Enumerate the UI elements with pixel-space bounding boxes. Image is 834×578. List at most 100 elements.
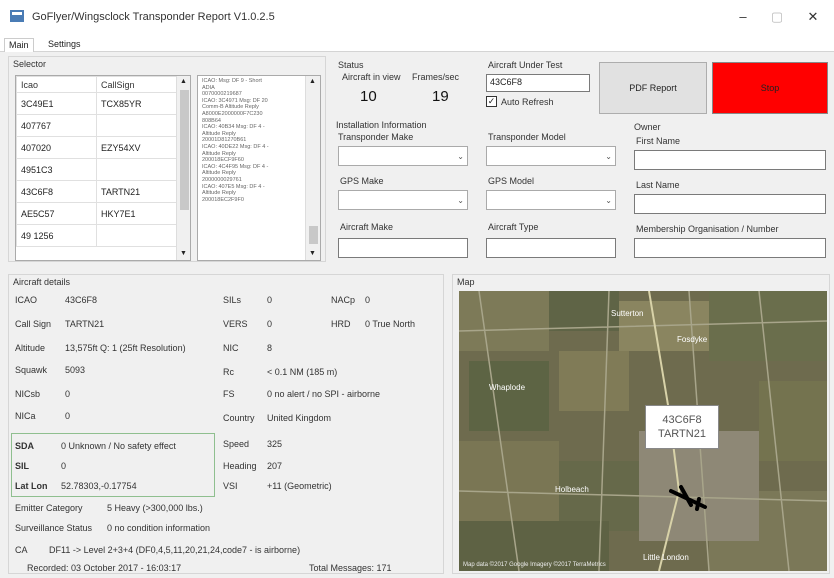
detail-label: ICAO (15, 295, 38, 305)
membership-label: Membership Organisation / Number (636, 224, 779, 234)
window-title: GoFlyer/Wingsclock Transponder Report V1… (32, 11, 275, 23)
message-log-text: ICAO: Msg: DF 9 - Short ADIA 0070000219687… (202, 78, 302, 203)
frames-sec-value: 19 (432, 88, 449, 105)
selector-title: Selector (13, 59, 47, 69)
aircraft-under-test-title: Aircraft Under Test (488, 60, 563, 70)
first-name-label: First Name (636, 136, 681, 146)
transponder-make-label: Transponder Make (338, 132, 414, 142)
table-row[interactable]: 3C49E1 TCX85YR (16, 92, 190, 115)
aircraft-under-test-input[interactable]: 43C6F8 (486, 74, 590, 92)
table-row[interactable]: 43C6F8 TARTN21 (16, 180, 190, 203)
detail-value: 0 (365, 295, 371, 305)
detail-value: DF11 -> Level 2+3+4 (DF0,4,5,11,20,21,24… (49, 545, 301, 555)
detail-label: VSI (223, 481, 238, 491)
detail-value: 5 Heavy (>300,000 lbs.) (107, 503, 203, 513)
scroll-thumb[interactable] (180, 90, 189, 210)
scroll-up-icon[interactable]: ▲ (180, 78, 187, 85)
detail-value: 0 no condition information (107, 523, 211, 533)
column-header-icao[interactable]: Icao (16, 76, 97, 93)
scroll-thumb[interactable] (309, 226, 318, 244)
close-button[interactable]: ✕ (796, 6, 830, 28)
cell-icao: 43C6F8 (16, 180, 97, 203)
auto-refresh-checkbox[interactable]: ✓ (486, 96, 497, 107)
title-bar: GoFlyer/Wingsclock Transponder Report V1… (0, 0, 834, 36)
detail-label: SIL (15, 461, 30, 471)
table-row[interactable]: AE5C57 HKY7E1 (16, 202, 190, 225)
detail-value: +11 (Geometric) (267, 481, 332, 491)
transponder-make-select[interactable]: ⌄ (338, 146, 468, 166)
detail-value: 0 (61, 461, 67, 471)
stop-button[interactable]: Stop (712, 62, 828, 114)
aircraft-icon (669, 485, 707, 511)
message-log-scrollbar[interactable]: ▲ ▼ (305, 76, 320, 260)
pdf-report-button[interactable]: PDF Report (599, 62, 707, 114)
table-row[interactable]: 49 1256 (16, 224, 190, 247)
tab-main[interactable]: Main (4, 38, 34, 52)
message-log-line: Altitude Reply (202, 150, 236, 157)
message-log-line: ICAO: 407E5 Msg: DF 4 - (202, 183, 265, 190)
message-log-line: Altitude Reply (202, 170, 236, 177)
place-label: Holbeach (555, 485, 589, 494)
message-log-line: Altitude Reply (202, 190, 236, 197)
detail-altitude: Altitude 13,575ft Q: 1 (25ft Resolution) (15, 343, 215, 355)
message-log-line: ICAO: Msg: DF 9 - Short (202, 78, 262, 84)
table-row[interactable]: 4951C3 (16, 158, 190, 181)
detail-hrd: HRD 0 True North (331, 319, 441, 331)
table-row[interactable]: 407020 EZY54XV (16, 136, 190, 159)
detail-icao: ICAO 43C6F8 (15, 295, 215, 307)
map-label-callsign: TARTN21 (658, 428, 706, 440)
aircraft-make-label: Aircraft Make (340, 222, 394, 232)
gps-model-select[interactable]: ⌄ (486, 190, 616, 210)
detail-label: VERS (223, 319, 248, 329)
message-log-line: 2000000029761 (202, 176, 242, 183)
message-log-line: A8000E2000000F7C230 (202, 110, 263, 117)
detail-speed: Speed 325 (223, 439, 423, 451)
detail-country: Country United Kingdom (223, 413, 423, 425)
detail-sil: SIL 0 (15, 461, 213, 473)
aircraft-list[interactable]: Icao CallSign 3C49E1 TCX85YR 407767 40702… (15, 75, 191, 261)
detail-value: 0 (65, 411, 71, 421)
table-row[interactable]: 407767 (16, 114, 190, 137)
place-label: Fosdyke (677, 335, 708, 344)
minimize-button[interactable]: – (726, 6, 760, 28)
scroll-up-icon[interactable]: ▲ (309, 78, 316, 85)
selector-group: Selector Icao CallSign 3C49E1 TCX85YR 407… (8, 56, 326, 262)
cell-icao: 3C49E1 (16, 92, 97, 115)
scroll-down-icon[interactable]: ▼ (180, 250, 187, 257)
scroll-down-icon[interactable]: ▼ (309, 250, 316, 257)
gps-make-label: GPS Make (340, 176, 384, 186)
aircraft-make-input[interactable] (338, 238, 468, 258)
detail-label: SDA (15, 441, 35, 451)
message-log[interactable]: ICAO: Msg: DF 9 - Short ADIA 0070000219687… (197, 75, 321, 261)
aircraft-in-view-label: Aircraft in view (342, 72, 401, 82)
membership-input[interactable] (634, 238, 826, 258)
tab-settings[interactable]: Settings (44, 38, 85, 52)
detail-value: United Kingdom (267, 413, 332, 423)
cell-icao: 407020 (16, 136, 97, 159)
detail-label: Squawk (15, 365, 48, 375)
detail-label: NICa (15, 411, 36, 421)
aircraft-list-scrollbar[interactable]: ▲ ▼ (176, 76, 190, 260)
transponder-model-select[interactable]: ⌄ (486, 146, 616, 166)
maximize-button[interactable]: ▢ (760, 6, 794, 28)
detail-label: Altitude (15, 343, 46, 353)
detail-value: 43C6F8 (65, 295, 98, 305)
message-log-line: 808B64 (202, 117, 221, 124)
detail-value: 5093 (65, 365, 86, 375)
aircraft-type-input[interactable] (486, 238, 616, 258)
detail-label: Call Sign (15, 319, 52, 329)
detail-nacp: NACp 0 (331, 295, 441, 307)
recorded-timestamp: Recorded: 03 October 2017 - 16:03:17 (27, 563, 182, 573)
cell-icao: 4951C3 (16, 158, 97, 181)
map-label-icao: 43C6F8 (662, 414, 702, 426)
gps-make-select[interactable]: ⌄ (338, 190, 468, 210)
map-view[interactable]: 43C6F8 TARTN21 Sutterton Fosdyke Whaplod… (459, 291, 827, 571)
detail-value: 13,575ft Q: 1 (25ft Resolution) (65, 343, 186, 353)
gps-model-label: GPS Model (488, 176, 535, 186)
last-name-input[interactable] (634, 194, 826, 214)
map-group: Map 43C6F8 TARTN21 Sutterton Fosdyke Wha… (452, 274, 830, 574)
total-messages: Total Messages: 171 (309, 563, 392, 573)
detail-vsi: VSI +11 (Geometric) (223, 481, 423, 493)
aircraft-details-title: Aircraft details (13, 277, 71, 287)
first-name-input[interactable] (634, 150, 826, 170)
